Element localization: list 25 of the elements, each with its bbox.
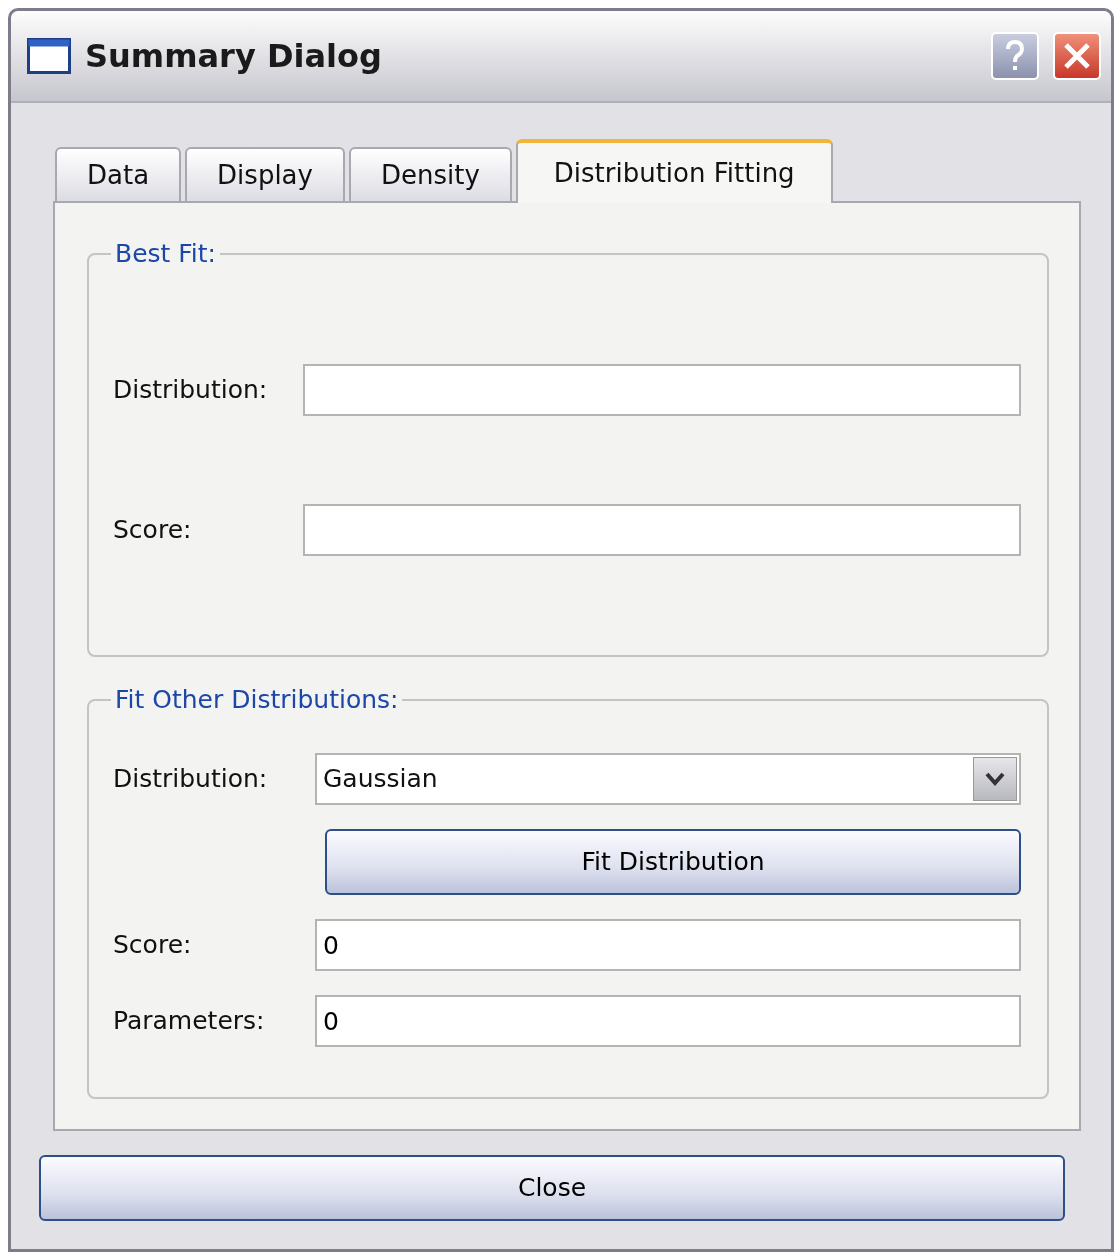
- text-field[interactable]: 0: [315, 919, 1021, 971]
- text-field[interactable]: [303, 364, 1021, 416]
- text-field[interactable]: [303, 504, 1021, 556]
- close-window-button[interactable]: [1053, 32, 1101, 80]
- dropdown-arrow-button[interactable]: [973, 757, 1017, 801]
- close-icon: [1063, 42, 1091, 70]
- window-title: Summary Dialog: [85, 36, 382, 77]
- text-field[interactable]: 0: [315, 995, 1021, 1047]
- tab[interactable]: Data: [55, 147, 182, 201]
- field-label: Distribution:: [113, 374, 269, 407]
- tab[interactable]: Display: [185, 147, 345, 201]
- distribution-dropdown[interactable]: Gaussian: [315, 753, 1021, 805]
- close-button[interactable]: Close: [39, 1155, 1065, 1221]
- question-mark-icon: [1003, 39, 1027, 73]
- field-label: Distribution:: [113, 763, 269, 796]
- tab[interactable]: Distribution Fitting: [515, 139, 833, 203]
- window-icon: [27, 38, 71, 74]
- field-label: Score:: [113, 929, 193, 962]
- chevron-down-icon: [985, 772, 1005, 786]
- field-label: Parameters:: [113, 1005, 266, 1038]
- field-label: Score:: [113, 514, 193, 547]
- fit-distribution-button[interactable]: Fit Distribution: [325, 829, 1021, 895]
- tab[interactable]: Density: [348, 147, 512, 201]
- dropdown-value: Gaussian: [323, 763, 438, 796]
- help-button[interactable]: [991, 32, 1039, 80]
